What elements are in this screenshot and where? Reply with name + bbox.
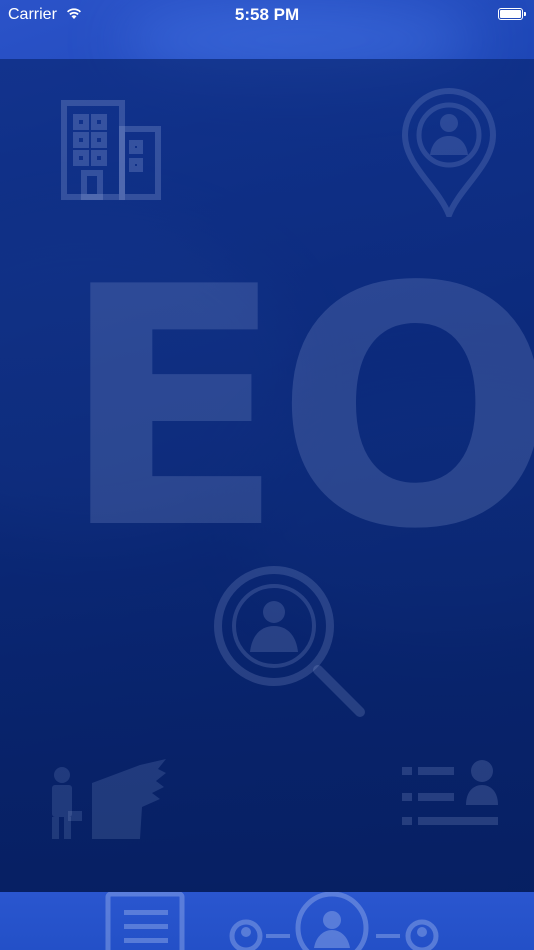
office-building-icon [58, 99, 164, 203]
job-seeker-handshake-icon [40, 751, 170, 847]
status-time: 5:58 PM [234, 5, 300, 24]
battery-icon [498, 8, 526, 20]
user-list-icon [400, 759, 500, 829]
splash-panel: EO [0, 59, 534, 892]
user-location-pin-icon [400, 87, 498, 217]
bottom-background-strip [0, 892, 534, 950]
logo-text: EO [60, 217, 534, 601]
status-bar: Carrier 5:58 PM [0, 0, 534, 30]
search-user-icon [210, 564, 370, 724]
